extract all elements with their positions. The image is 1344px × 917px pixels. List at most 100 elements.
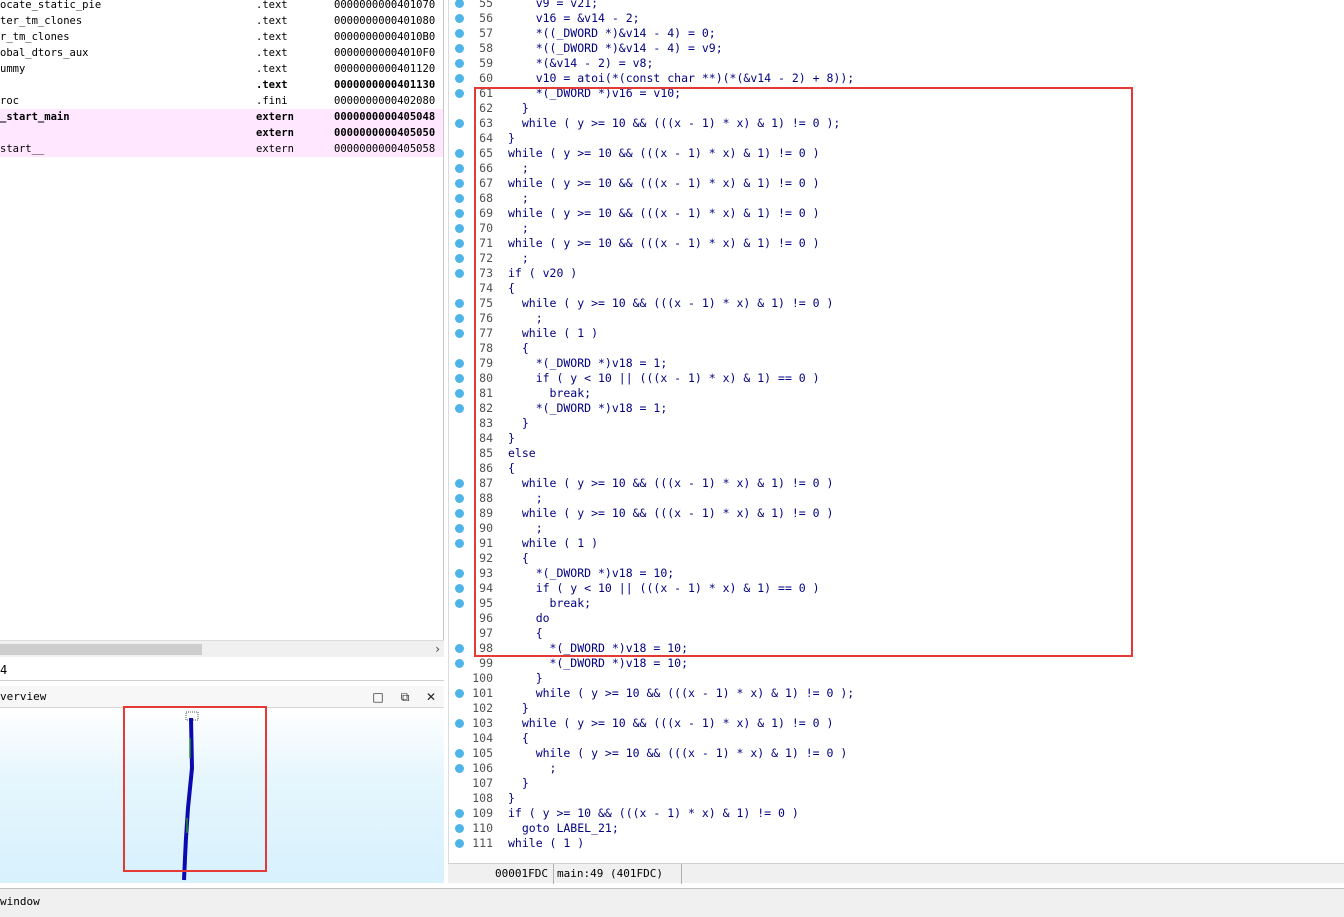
code-line[interactable]: 56 v16 = &v14 - 2; xyxy=(449,11,1344,26)
breakpoint-dot-icon[interactable] xyxy=(455,179,464,188)
breakpoint-dot-icon[interactable] xyxy=(455,494,464,503)
breakpoint-dot-icon[interactable] xyxy=(455,239,464,248)
breakpoint-dot-icon[interactable] xyxy=(455,194,464,203)
code-line[interactable]: 84} xyxy=(449,431,1344,446)
code-line[interactable]: 58 *((_DWORD *)&v14 - 4) = v9; xyxy=(449,41,1344,56)
code-line[interactable]: 64} xyxy=(449,131,1344,146)
breakpoint-dot-icon[interactable] xyxy=(455,479,464,488)
code-line[interactable]: 74 { xyxy=(449,281,1344,296)
code-line[interactable]: 69 while ( y >= 10 && (((x - 1) * x) & 1)… xyxy=(449,206,1344,221)
code-line[interactable]: 82 *(_DWORD *)v18 = 1; xyxy=(449,401,1344,416)
code-line[interactable]: 71 while ( y >= 10 && (((x - 1) * x) & 1)… xyxy=(449,236,1344,251)
code-line[interactable]: 79 *(_DWORD *)v18 = 1; xyxy=(449,356,1344,371)
breakpoint-dot-icon[interactable] xyxy=(455,359,464,368)
code-line[interactable]: 65 while ( y >= 10 && (((x - 1) * x) & 1)… xyxy=(449,146,1344,161)
code-line[interactable]: 83 } xyxy=(449,416,1344,431)
code-line[interactable]: 104 { xyxy=(449,731,1344,746)
scroll-right-arrow-icon[interactable]: › xyxy=(435,641,440,658)
code-line[interactable]: 102 } xyxy=(449,701,1344,716)
code-line[interactable]: 97 { xyxy=(449,626,1344,641)
function-row[interactable]: roc .fini 0000000000402080 xyxy=(0,93,443,109)
breakpoint-dot-icon[interactable] xyxy=(455,809,464,818)
code-line[interactable]: 106 ; xyxy=(449,761,1344,776)
breakpoint-dot-icon[interactable] xyxy=(455,749,464,758)
functions-horizontal-scrollbar[interactable]: › xyxy=(0,640,444,657)
code-line[interactable]: 105 while ( y >= 10 && (((x - 1) * x) & … xyxy=(449,746,1344,761)
breakpoint-dot-icon[interactable] xyxy=(455,89,464,98)
breakpoint-dot-icon[interactable] xyxy=(455,74,464,83)
function-row[interactable]: _start_main extern 0000000000405048 xyxy=(0,109,443,125)
code-line[interactable]: 86 { xyxy=(449,461,1344,476)
code-line[interactable]: 76 ; xyxy=(449,311,1344,326)
code-line[interactable]: 87 while ( y >= 10 && (((x - 1) * x) & 1… xyxy=(449,476,1344,491)
code-line[interactable]: 110 goto LABEL_21; xyxy=(449,821,1344,836)
breakpoint-dot-icon[interactable] xyxy=(455,149,464,158)
breakpoint-dot-icon[interactable] xyxy=(455,164,464,173)
code-line[interactable]: 78 { xyxy=(449,341,1344,356)
breakpoint-dot-icon[interactable] xyxy=(455,719,464,728)
breakpoint-dot-icon[interactable] xyxy=(455,764,464,773)
breakpoint-dot-icon[interactable] xyxy=(455,584,464,593)
code-line[interactable]: 60 v10 = atoi(*(const char **)(*(&v14 - … xyxy=(449,71,1344,86)
restore-button[interactable]: ⧉ xyxy=(397,689,413,705)
code-line[interactable]: 107 } xyxy=(449,776,1344,791)
breakpoint-dot-icon[interactable] xyxy=(455,14,464,23)
code-line[interactable]: 55 v9 = v21; xyxy=(449,0,1344,11)
code-line[interactable]: 85 else xyxy=(449,446,1344,461)
breakpoint-dot-icon[interactable] xyxy=(455,539,464,548)
breakpoint-dot-icon[interactable] xyxy=(455,119,464,128)
code-line[interactable]: 93 *(_DWORD *)v18 = 10; xyxy=(449,566,1344,581)
breakpoint-dot-icon[interactable] xyxy=(455,0,464,8)
function-row[interactable]: start__ extern 0000000000405058 xyxy=(0,141,443,157)
code-line[interactable]: 100 } xyxy=(449,671,1344,686)
breakpoint-dot-icon[interactable] xyxy=(455,224,464,233)
code-line[interactable]: 70 ; xyxy=(449,221,1344,236)
function-row[interactable]: .text 0000000000401130 xyxy=(0,77,443,93)
breakpoint-dot-icon[interactable] xyxy=(455,299,464,308)
code-line[interactable]: 88 ; xyxy=(449,491,1344,506)
function-row[interactable]: ocate_static_pie .text 0000000000401070 xyxy=(0,0,443,13)
function-row[interactable]: extern 0000000000405050 xyxy=(0,125,443,141)
code-line[interactable]: 77 while ( 1 ) xyxy=(449,326,1344,341)
breakpoint-dot-icon[interactable] xyxy=(455,329,464,338)
code-line[interactable]: 62 } xyxy=(449,101,1344,116)
code-line[interactable]: 72 ; xyxy=(449,251,1344,266)
code-line[interactable]: 80 if ( y < 10 || (((x - 1) * x) & 1) ==… xyxy=(449,371,1344,386)
maximize-button[interactable]: □ xyxy=(370,689,386,705)
code-line[interactable]: 109 if ( y >= 10 && (((x - 1) * x) & 1) !… xyxy=(449,806,1344,821)
close-button[interactable]: ✕ xyxy=(423,689,439,705)
pseudocode-window[interactable]: 55 v9 = v21; 56 v16 = &v14 - 2; 57 *((_DWO… xyxy=(448,0,1344,863)
breakpoint-dot-icon[interactable] xyxy=(455,689,464,698)
breakpoint-dot-icon[interactable] xyxy=(455,389,464,398)
breakpoint-dot-icon[interactable] xyxy=(455,599,464,608)
code-line[interactable]: 99 *(_DWORD *)v18 = 10; xyxy=(449,656,1344,671)
code-line[interactable]: 68 ; xyxy=(449,191,1344,206)
code-line[interactable]: 108} xyxy=(449,791,1344,806)
breakpoint-dot-icon[interactable] xyxy=(455,44,464,53)
code-line[interactable]: 81 break; xyxy=(449,386,1344,401)
code-line[interactable]: 57 *((_DWORD *)&v14 - 4) = 0; xyxy=(449,26,1344,41)
function-row[interactable]: ummy .text 0000000000401120 xyxy=(0,61,443,77)
code-line[interactable]: 92 { xyxy=(449,551,1344,566)
code-line[interactable]: 94 if ( y < 10 || (((x - 1) * x) & 1) ==… xyxy=(449,581,1344,596)
breakpoint-dot-icon[interactable] xyxy=(455,209,464,218)
function-row[interactable]: obal_dtors_aux .text 00000000004010F0 xyxy=(0,45,443,61)
code-line[interactable]: 61 *(_DWORD *)v16 = v10; xyxy=(449,86,1344,101)
code-line[interactable]: 96 do xyxy=(449,611,1344,626)
function-row[interactable]: r_tm_clones .text 00000000004010B0 xyxy=(0,29,443,45)
breakpoint-dot-icon[interactable] xyxy=(455,524,464,533)
scrollbar-thumb[interactable] xyxy=(0,644,202,655)
breakpoint-dot-icon[interactable] xyxy=(455,314,464,323)
code-line[interactable]: 63 while ( y >= 10 && (((x - 1) * x) & 1… xyxy=(449,116,1344,131)
code-line[interactable]: 73 if ( v20 ) xyxy=(449,266,1344,281)
code-line[interactable]: 98 *(_DWORD *)v18 = 10; xyxy=(449,641,1344,656)
function-row[interactable]: ter_tm_clones .text 0000000000401080 xyxy=(0,13,443,29)
breakpoint-dot-icon[interactable] xyxy=(455,404,464,413)
breakpoint-dot-icon[interactable] xyxy=(455,824,464,833)
code-line[interactable]: 89 while ( y >= 10 && (((x - 1) * x) & 1… xyxy=(449,506,1344,521)
code-line[interactable]: 90 ; xyxy=(449,521,1344,536)
breakpoint-dot-icon[interactable] xyxy=(455,509,464,518)
graph-overview-canvas[interactable] xyxy=(0,708,444,883)
code-line[interactable]: 91 while ( 1 ) xyxy=(449,536,1344,551)
code-line[interactable]: 59 *(&v14 - 2) = v8; xyxy=(449,56,1344,71)
